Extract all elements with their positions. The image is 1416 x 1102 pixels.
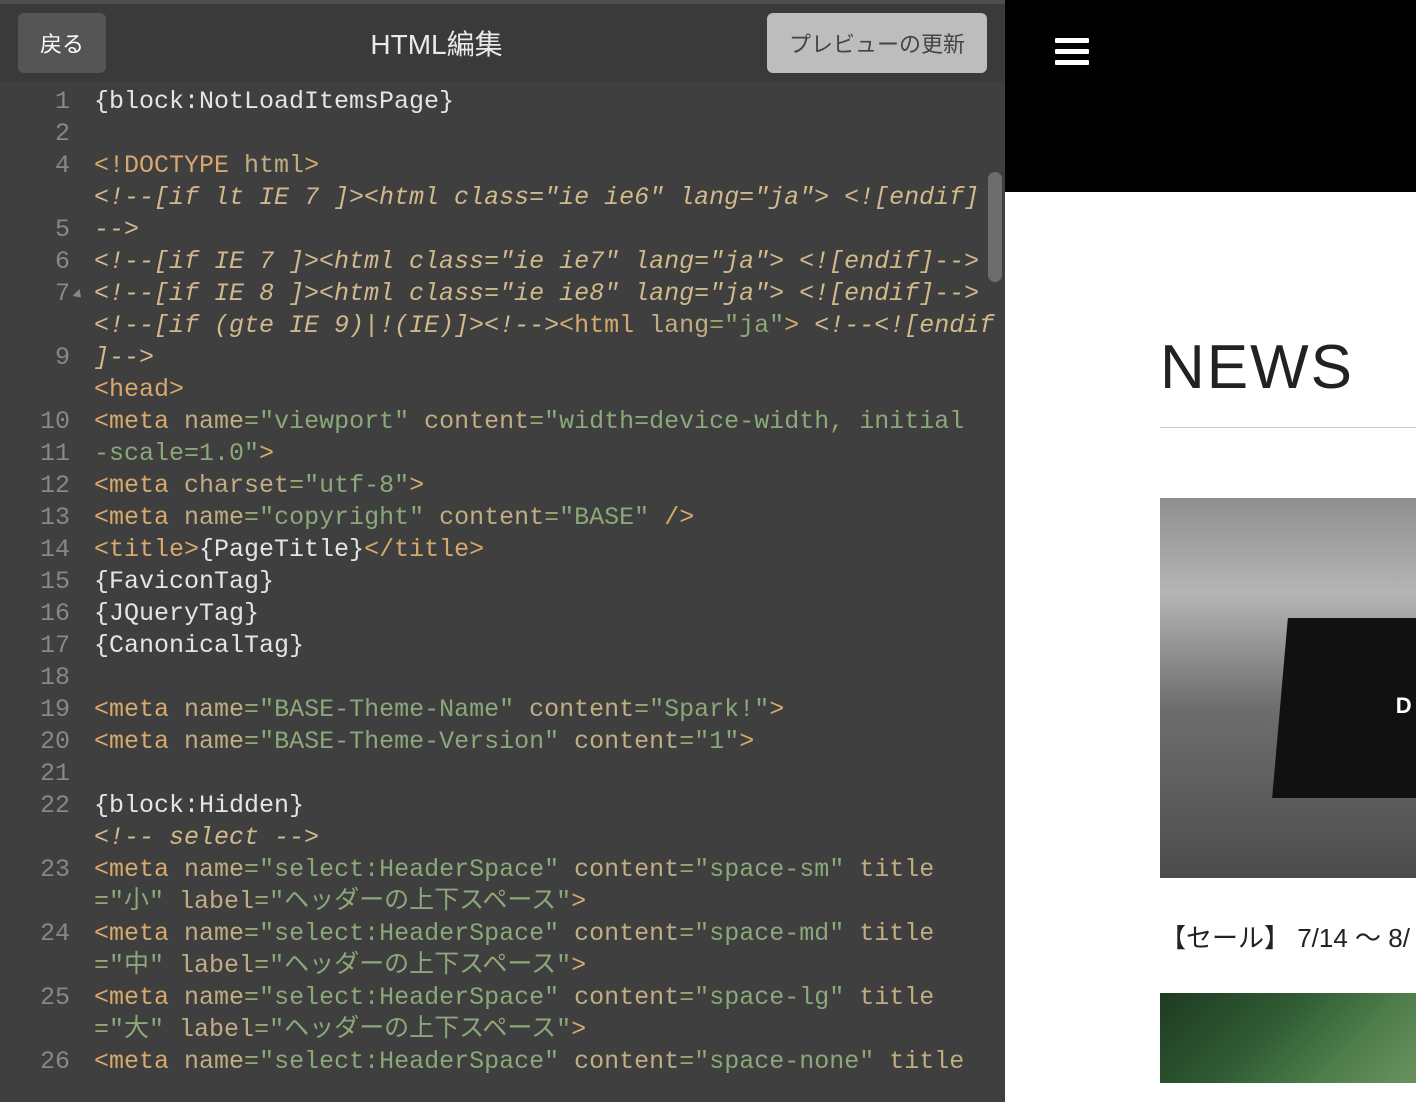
code-line[interactable]: -scale=1.0"> <box>94 438 1005 470</box>
news-caption: 【セール】 7/14 〜 8/ <box>1160 918 1416 955</box>
line-number: 11 <box>0 438 70 470</box>
line-number: 18 <box>0 662 70 694</box>
code-line[interactable]: <!--[if (gte IE 9)|!(IE)]><!--><html lan… <box>94 310 1005 342</box>
line-number: 6 <box>0 246 70 278</box>
news-image-1[interactable]: DES <box>1160 498 1416 878</box>
line-number: 9 <box>0 342 70 374</box>
line-number: 25 <box>0 982 70 1014</box>
news-divider <box>1160 427 1416 428</box>
news-image-2[interactable] <box>1160 993 1416 1083</box>
editor-header: 戻る HTML編集 プレビューの更新 <box>0 0 1005 82</box>
code-line[interactable]: {CanonicalTag} <box>94 630 1005 662</box>
line-number: 5 <box>0 214 70 246</box>
code-line[interactable] <box>94 118 1005 150</box>
preview-pane: NEWS DES 【セール】 7/14 〜 8/ <box>1005 0 1416 1102</box>
code-line[interactable]: <meta charset="utf-8"> <box>94 470 1005 502</box>
code-line[interactable]: <!--[if lt IE 7 ]><html class="ie ie6" l… <box>94 182 1005 214</box>
code-line[interactable]: <!DOCTYPE html> <box>94 150 1005 182</box>
code-line[interactable]: <meta name="BASE-Theme-Version" content=… <box>94 726 1005 758</box>
back-button[interactable]: 戻る <box>18 13 106 73</box>
line-number <box>0 950 70 982</box>
code-content[interactable]: {block:NotLoadItemsPage}<!DOCTYPE html><… <box>80 82 1005 1102</box>
line-number: 14 <box>0 534 70 566</box>
line-number <box>0 822 70 854</box>
line-number: 23 <box>0 854 70 886</box>
shopping-bag-graphic <box>1272 618 1416 798</box>
line-number <box>0 374 70 406</box>
code-line[interactable]: <!--[if IE 7 ]><html class="ie ie7" lang… <box>94 246 1005 278</box>
page-title: HTML編集 <box>370 23 502 63</box>
hamburger-icon[interactable] <box>1055 32 1089 71</box>
code-line[interactable]: <meta name="viewport" content="width=dev… <box>94 406 1005 438</box>
code-line[interactable]: <!--[if IE 8 ]><html class="ie ie8" lang… <box>94 278 1005 310</box>
code-line[interactable]: <!-- select --> <box>94 822 1005 854</box>
line-number: 10 <box>0 406 70 438</box>
code-line[interactable]: {FaviconTag} <box>94 566 1005 598</box>
line-number: 7 <box>0 278 70 310</box>
line-number: 21 <box>0 758 70 790</box>
code-line[interactable]: --> <box>94 214 1005 246</box>
code-line[interactable]: <meta name="select:HeaderSpace" content=… <box>94 1046 1005 1078</box>
line-number: 17 <box>0 630 70 662</box>
code-line[interactable]: <meta name="select:HeaderSpace" content=… <box>94 918 1005 950</box>
line-number: 1 <box>0 86 70 118</box>
news-heading: NEWS <box>1160 332 1416 403</box>
line-number <box>0 310 70 342</box>
line-number: 12 <box>0 470 70 502</box>
code-line[interactable]: ="小" label="ヘッダーの上下スペース"> <box>94 886 1005 918</box>
code-line[interactable]: {block:NotLoadItemsPage} <box>94 86 1005 118</box>
preview-body: NEWS DES 【セール】 7/14 〜 8/ <box>1005 192 1416 1102</box>
code-line[interactable]: {JQueryTag} <box>94 598 1005 630</box>
line-number: 4 <box>0 150 70 182</box>
scrollbar-thumb[interactable] <box>988 172 1002 282</box>
preview-header <box>1005 0 1416 192</box>
code-editor[interactable]: 1245679101112131415161718192021222324252… <box>0 82 1005 1102</box>
preview-update-button[interactable]: プレビューの更新 <box>767 13 987 73</box>
line-number: 13 <box>0 502 70 534</box>
line-number: 2 <box>0 118 70 150</box>
code-line[interactable]: ="大" label="ヘッダーの上下スペース"> <box>94 1014 1005 1046</box>
line-number: 24 <box>0 918 70 950</box>
line-number: 26 <box>0 1046 70 1078</box>
editor-pane: 戻る HTML編集 プレビューの更新 124567910111213141516… <box>0 0 1005 1102</box>
code-line[interactable]: <head> <box>94 374 1005 406</box>
line-number <box>0 886 70 918</box>
line-number: 20 <box>0 726 70 758</box>
code-line[interactable]: <meta name="BASE-Theme-Name" content="Sp… <box>94 694 1005 726</box>
line-number: 22 <box>0 790 70 822</box>
line-number <box>0 182 70 214</box>
line-number <box>0 1014 70 1046</box>
line-number: 19 <box>0 694 70 726</box>
code-line[interactable]: ="中" label="ヘッダーの上下スペース"> <box>94 950 1005 982</box>
code-line[interactable]: <meta name="select:HeaderSpace" content=… <box>94 982 1005 1014</box>
line-number: 15 <box>0 566 70 598</box>
code-line[interactable]: <meta name="copyright" content="BASE" /> <box>94 502 1005 534</box>
code-line[interactable]: <meta name="select:HeaderSpace" content=… <box>94 854 1005 886</box>
line-number-gutter: 1245679101112131415161718192021222324252… <box>0 82 80 1102</box>
bag-text: DES <box>1396 693 1416 719</box>
code-line[interactable]: <title>{PageTitle}</title> <box>94 534 1005 566</box>
code-line[interactable]: {block:Hidden} <box>94 790 1005 822</box>
code-line[interactable] <box>94 662 1005 694</box>
code-line[interactable]: ]--> <box>94 342 1005 374</box>
line-number: 16 <box>0 598 70 630</box>
code-line[interactable] <box>94 758 1005 790</box>
